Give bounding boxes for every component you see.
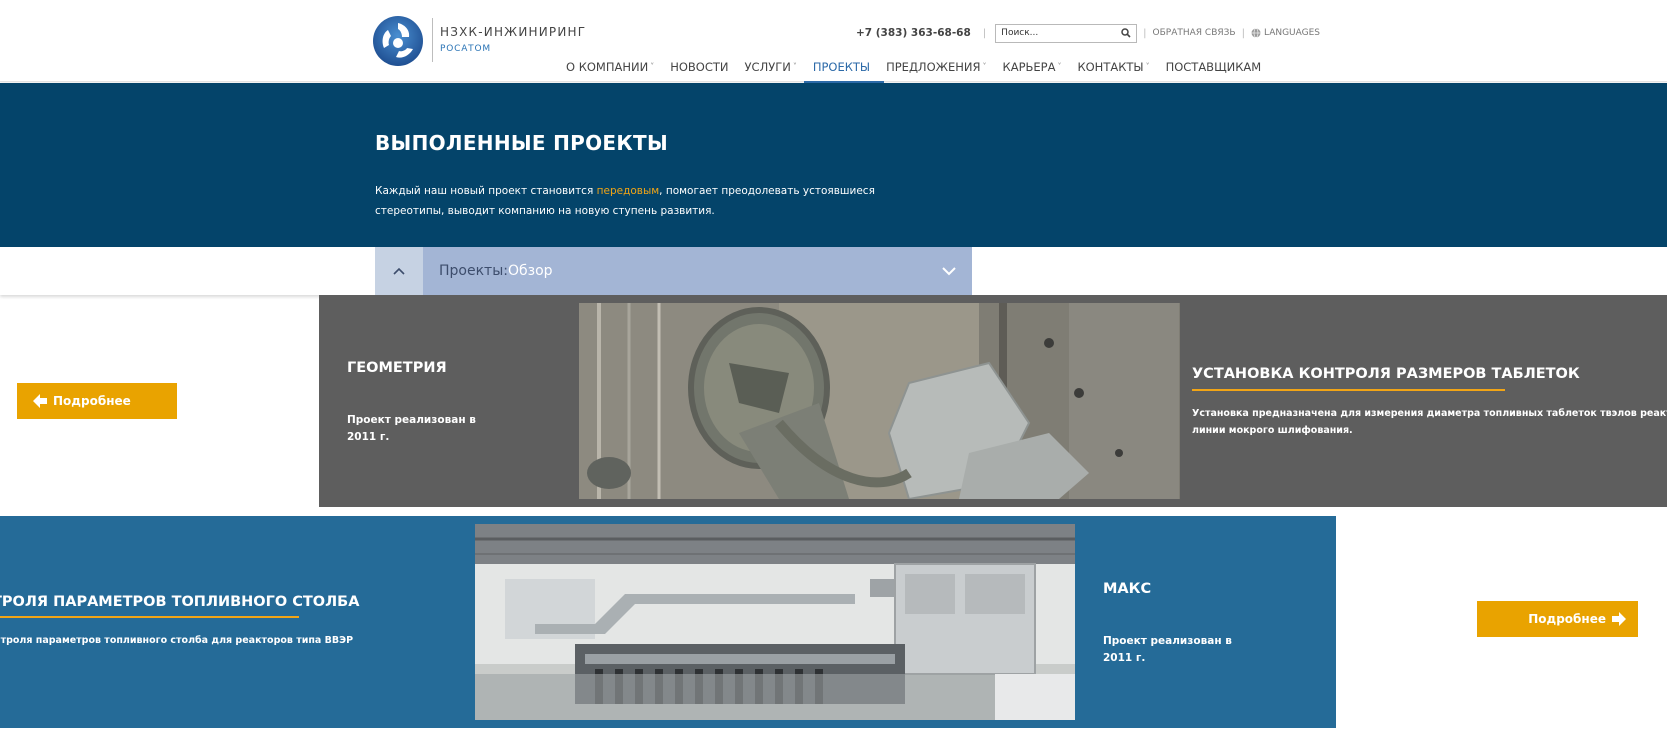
chevron-down-icon: ˅	[1057, 62, 1062, 71]
details-button-prev[interactable]: Подробнее	[17, 383, 177, 419]
hero-description: Каждый наш новый проект становится перед…	[375, 181, 935, 221]
breadcrumb-section: Проекты:	[439, 263, 508, 279]
languages-link[interactable]: LANGUAGES	[1251, 28, 1320, 38]
nav-item-projects[interactable]: ПРОЕКТЫ	[803, 60, 885, 83]
rosatom-logo-icon[interactable]	[372, 15, 424, 67]
search-input[interactable]	[996, 24, 1117, 42]
project-title: МАКС	[1103, 581, 1152, 597]
chevron-down-icon: ˅	[792, 62, 797, 71]
breadcrumb-up-button[interactable]	[375, 247, 423, 295]
project-year: Проект реализован в 2011 г.	[1103, 635, 1232, 664]
project-caption-description: Установка предназначена для измерения ди…	[1192, 405, 1667, 439]
caption-underline	[1192, 389, 1505, 391]
breadcrumb-current: Обзор	[507, 263, 553, 279]
project-year: Проект реализован в 2011 г.	[347, 414, 476, 443]
hero-banner: ВЫПОЛЕННЫЕ ПРОЕКТЫ Каждый наш новый прое…	[0, 83, 1667, 247]
brand-name[interactable]: НЗХК-ИНЖИНИРИНГ	[440, 25, 586, 39]
project-caption-title[interactable]: УСТАНОВКА КОНТРОЛЯ РАЗМЕРОВ ТАБЛЕТОК	[1192, 366, 1580, 382]
chevron-down-icon: ˅	[650, 62, 655, 71]
nav-item-contacts[interactable]: КОНТАКТЫ ˅	[1077, 60, 1149, 82]
topbar-separator: |	[982, 27, 987, 39]
nav-item-offers[interactable]: ПРЕДЛОЖЕНИЯ ˅	[886, 60, 986, 82]
site-header: НЗХК-ИНЖИНИРИНГ РОСАТОМ +7 (383) 363-68-…	[0, 0, 1667, 83]
project-photo-workshop[interactable]	[475, 524, 1075, 720]
page-title: ВЫПОЛЕННЫЕ ПРОЕКТЫ	[375, 131, 668, 155]
brand-subtitle: РОСАТОМ	[440, 44, 491, 54]
details-button-label: Подробнее	[53, 394, 131, 408]
breadcrumb[interactable]: Проекты: Обзор	[423, 247, 972, 295]
details-button-next[interactable]: Подробнее	[1477, 601, 1638, 637]
chevron-down-icon[interactable]	[941, 263, 957, 279]
nav-item-services[interactable]: УСЛУГИ ˅	[745, 60, 797, 82]
project-caption-title[interactable]: ТРОЛЯ ПАРАМЕТРОВ ТОПЛИВНОГО СТОЛБА	[0, 594, 359, 610]
arrow-right-icon	[1612, 612, 1626, 626]
nav-item-about[interactable]: О КОМПАНИИ ˅	[566, 60, 654, 82]
nav-label: О КОМПАНИИ	[566, 60, 649, 74]
project-photo-glovebox[interactable]	[579, 303, 1180, 499]
caption-desc-line: линии мокрого шлифования.	[1192, 425, 1353, 436]
search-icon[interactable]	[1116, 25, 1136, 42]
topbar: +7 (383) 363-68-68 | | ОБРАТНАЯ СВЯЗЬ | …	[856, 23, 1320, 43]
nav-item-career[interactable]: КАРЬЕРА ˅	[1003, 60, 1062, 82]
phone-number[interactable]: +7 (383) 363-68-68	[856, 27, 971, 39]
nav-label: КОНТАКТЫ	[1077, 60, 1144, 74]
nav-label: УСЛУГИ	[744, 60, 791, 74]
topbar-separator: |	[1143, 27, 1147, 39]
hero-highlight-link[interactable]: передовым	[597, 185, 660, 197]
feedback-link[interactable]: ОБРАТНАЯ СВЯЗЬ	[1153, 28, 1236, 38]
chevron-down-icon: ˅	[1145, 62, 1150, 71]
main-nav: О КОМПАНИИ ˅ НОВОСТИ УСЛУГИ ˅ ПРОЕКТЫ ПРЕД…	[566, 60, 1277, 83]
chevron-up-icon	[393, 267, 405, 275]
caption-underline	[0, 616, 299, 618]
nav-label: ПРЕДЛОЖЕНИЯ	[886, 60, 981, 74]
logo-divider	[432, 18, 433, 62]
nav-label: ПРОЕКТЫ	[812, 60, 871, 74]
chevron-down-icon: ˅	[982, 62, 987, 71]
details-button-label: Подробнее	[1528, 612, 1606, 626]
page: НЗХК-ИНЖИНИРИНГ РОСАТОМ +7 (383) 363-68-…	[0, 0, 1667, 732]
nav-label: ПОСТАВЩИКАМ	[1165, 60, 1262, 74]
caption-desc-line: Установка предназначена для измерения ди…	[1192, 408, 1667, 419]
nav-item-suppliers[interactable]: ПОСТАВЩИКАМ	[1166, 60, 1262, 82]
nav-label: КАРЬЕРА	[1002, 60, 1056, 74]
hero-desc-text: Каждый наш новый проект становится	[375, 185, 597, 197]
project-caption-description: нтроля параметров топливного столба для …	[0, 635, 354, 646]
nav-item-news[interactable]: НОВОСТИ	[670, 60, 728, 82]
topbar-separator: |	[1241, 27, 1245, 39]
search-box	[995, 23, 1138, 43]
project-title: ГЕОМЕТРИЯ	[347, 360, 447, 376]
nav-label: НОВОСТИ	[670, 60, 729, 74]
languages-label: LANGUAGES	[1263, 28, 1321, 38]
arrow-left-icon	[33, 394, 47, 408]
globe-icon	[1251, 28, 1261, 38]
